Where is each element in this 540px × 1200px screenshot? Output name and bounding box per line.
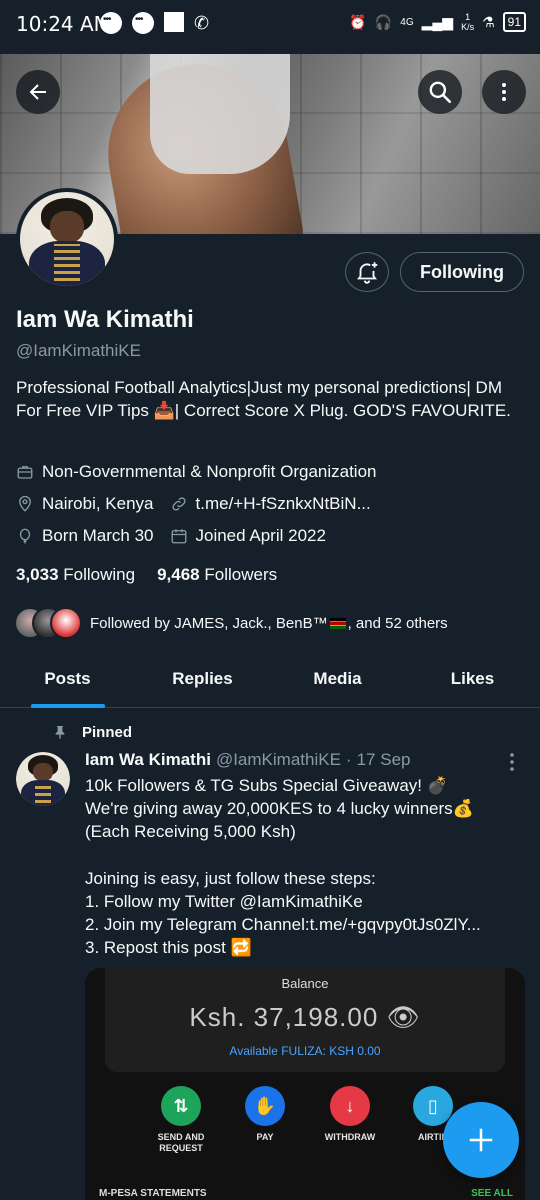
back-button[interactable] [16, 70, 60, 114]
profile-category: Non-Governmental & Nonprofit Organizatio… [42, 462, 377, 481]
following-count-link[interactable]: 3,033 Following [16, 565, 135, 585]
profile-category-row: Non-Governmental & Nonprofit Organizatio… [16, 462, 393, 482]
location-pin-icon [19, 495, 31, 512]
notification-bell-button[interactable] [345, 252, 389, 292]
post-author-name[interactable]: Iam Wa Kimathi [85, 750, 211, 770]
follower-avatar [50, 607, 82, 639]
tab-posts[interactable]: Posts [0, 652, 135, 707]
more-vertical-icon [502, 83, 506, 101]
avatar-image [16, 752, 70, 806]
eye-off-icon: 👁 [386, 1002, 421, 1032]
balance-card: Balance Ksh. 37,198.00 👁 Available FULIZ… [105, 968, 505, 1072]
post-date: 17 Sep [356, 750, 411, 769]
profile-dates-row: Born March 30 Joined April 2022 [16, 526, 342, 546]
send-arrows-icon: ⇅ [161, 1086, 201, 1126]
notification-icons: ✆ [100, 12, 209, 34]
profile-avatar[interactable] [16, 188, 118, 290]
search-icon [429, 81, 452, 104]
message-icon [132, 12, 154, 34]
profile-name: Iam Wa Kimathi [16, 306, 194, 333]
profile-handle: @IamKimathiKE [16, 341, 141, 360]
status-bar: 10:24 AM ✆ ⏰ 🎧 4G ▂▄▆ 1K/s ⚗ 91 [0, 0, 540, 50]
profile-bio: Professional Football Analytics|Just my … [16, 378, 511, 420]
followers-count-link[interactable]: 9,468 Followers [157, 565, 277, 585]
more-button[interactable] [482, 70, 526, 114]
tab-replies[interactable]: Replies [135, 652, 270, 707]
withdraw-icon: ↓ [330, 1086, 370, 1126]
profile-link-item[interactable]: t.me/+H-fSznkxNtBiN... [170, 494, 371, 514]
back-arrow-icon [29, 84, 46, 100]
profile-born: Born March 30 [42, 526, 154, 545]
phone-airtime-icon: ▯ [413, 1086, 453, 1126]
follow-counts: 3,033 Following 9,468 Followers [16, 565, 277, 585]
network-speed: 1 K/s [461, 12, 475, 32]
flask-icon: ⚗ [482, 13, 495, 30]
withdraw-action: ↓ WITHDRAW [310, 1086, 390, 1143]
see-all-label: SEE ALL [471, 1188, 513, 1199]
pin-icon [55, 726, 65, 739]
alarm-icon: ⏰ [349, 13, 367, 30]
profile-tabs: Posts Replies Media Likes [0, 652, 540, 708]
plus-icon [469, 1128, 493, 1152]
fuliza-text: Available FULIZA: KSH 0.00 [229, 1044, 381, 1058]
post-author-avatar[interactable] [16, 752, 70, 806]
pinned-label: Pinned [82, 723, 133, 741]
profile-joined: Joined April 2022 [195, 526, 326, 545]
banner-shirt [150, 54, 290, 174]
post-header: Iam Wa Kimathi @IamKimathiKE · 17 Sep [85, 750, 410, 770]
search-button[interactable] [418, 70, 462, 114]
bell-plus-icon [357, 262, 378, 284]
followed-by[interactable]: Followed by JAMES, Jack., BenB™, and 52 … [14, 607, 448, 639]
mpesa-statements-label: M-PESA STATEMENTS [99, 1188, 207, 1199]
balance-amount: Ksh. 37,198.00 👁 [189, 1002, 421, 1032]
battery-icon: 91 [502, 12, 526, 32]
pinned-indicator: Pinned [52, 723, 132, 741]
avatar-image [20, 192, 114, 286]
compose-button[interactable] [443, 1102, 519, 1178]
status-right: ⏰ 🎧 4G ▂▄▆ 1 K/s ⚗ 91 [349, 12, 526, 32]
tab-likes[interactable]: Likes [405, 652, 540, 707]
post-separator: · [345, 750, 352, 769]
followed-by-text: Followed by JAMES, Jack., BenB™, and 52 … [90, 614, 448, 632]
link-icon [171, 497, 186, 511]
phone-icon: ✆ [194, 13, 210, 33]
briefcase-icon [17, 466, 33, 479]
signal-icon: ▂▄▆ [421, 13, 454, 30]
profile-link[interactable]: t.me/+H-fSznkxNtBiN... [196, 494, 371, 514]
profile-location-row: Nairobi, Kenya t.me/+H-fSznkxNtBiN... [16, 494, 387, 514]
headphones-icon: 🎧 [374, 13, 393, 30]
more-vertical-icon [510, 753, 514, 771]
post-text: 10k Followers & TG Subs Special Giveaway… [85, 776, 481, 958]
balance-label: Balance [281, 976, 329, 991]
pay-action: ✋ PAY [225, 1086, 305, 1143]
profile-location: Nairobi, Kenya [42, 494, 154, 513]
notification-square-icon [164, 12, 184, 32]
kenya-flag-icon [329, 618, 346, 630]
status-time: 10:24 AM [16, 12, 111, 36]
balloon-icon [19, 528, 31, 544]
post-author-handle: @IamKimathiKE [215, 750, 341, 769]
calendar-icon [171, 529, 186, 544]
message-icon [100, 12, 122, 34]
network-label: 4G [400, 16, 414, 28]
following-button[interactable]: Following [400, 252, 524, 292]
tab-media[interactable]: Media [270, 652, 405, 707]
send-request-action: ⇅ SEND AND REQUEST [141, 1086, 221, 1154]
pay-hand-icon: ✋ [245, 1086, 285, 1126]
